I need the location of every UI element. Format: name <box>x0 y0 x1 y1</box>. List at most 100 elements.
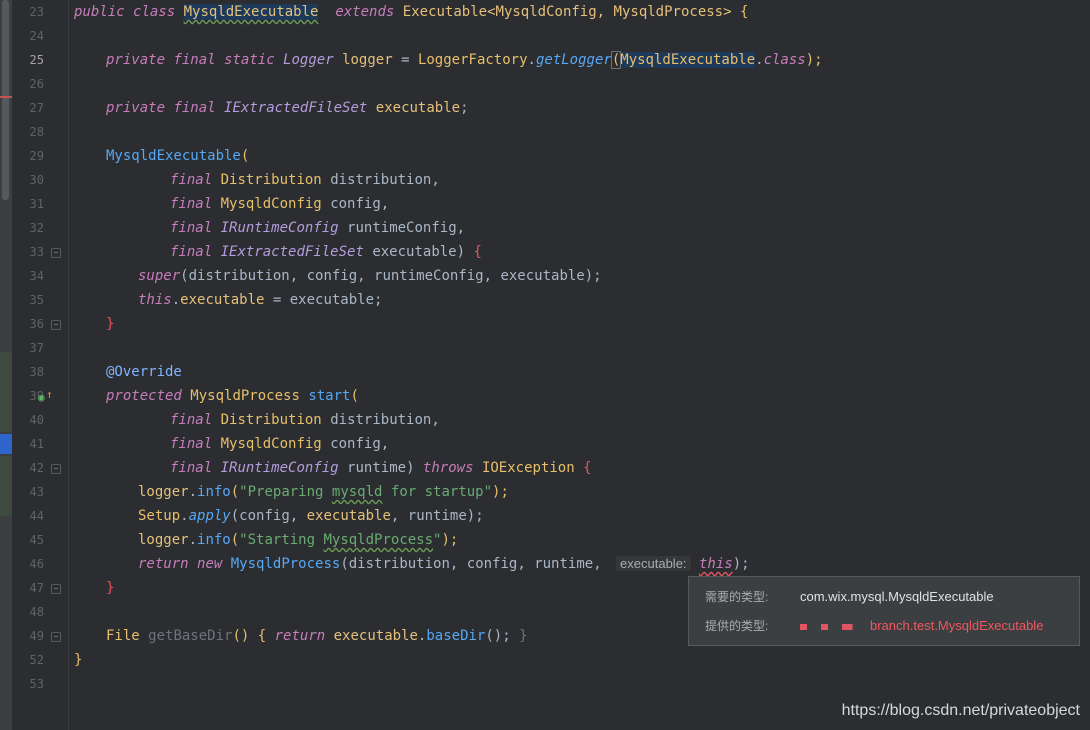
code-line-46: return new MysqldProcess(distribution, c… <box>138 552 750 576</box>
line-number: 53 <box>29 677 44 691</box>
watermark-url: https://blog.csdn.net/privateobject <box>841 702 1080 719</box>
keyword: protected <box>106 388 182 404</box>
field-ref: executable <box>333 628 418 644</box>
type-name: Distribution <box>220 172 322 188</box>
keyword: private <box>106 52 166 68</box>
type-name: File <box>106 628 140 644</box>
type-name: IExtractedFileSet <box>220 244 364 260</box>
keyword: class <box>763 52 806 68</box>
fold-marker-icon[interactable] <box>51 632 61 642</box>
keyword: final <box>170 436 213 452</box>
parameter-hint: executable: <box>616 556 691 571</box>
brace: } <box>519 628 528 644</box>
field-name: logger <box>342 52 393 68</box>
keyword: class <box>133 4 176 20</box>
param-name: runtime <box>347 460 407 476</box>
keyword: super <box>138 268 181 284</box>
line-number: 41 <box>29 437 44 451</box>
call-args: (distribution, config, runtime, <box>340 556 611 572</box>
code-line-34: super(distribution, config, runtimeConfi… <box>138 264 602 288</box>
keyword[interactable]: this <box>699 556 733 572</box>
line-number: 52 <box>29 653 44 667</box>
keyword: public <box>74 4 125 20</box>
code-line-31: final MysqldConfig config, <box>170 192 389 216</box>
line-number: 30 <box>29 173 44 187</box>
keyword: final <box>173 52 216 68</box>
error-marker[interactable] <box>0 96 12 98</box>
line-number: 34 <box>29 269 44 283</box>
dot: . <box>527 52 536 68</box>
call-args: (distribution, config, runtimeConfig, ex… <box>180 268 602 284</box>
line-number: 47 <box>29 581 44 595</box>
line-number-gutter[interactable]: 23 24 25 26 27 28 29 30 31 32 33 34 35 3… <box>12 0 68 730</box>
type-mismatch-tooltip: 需要的类型: com.wix.mysql.MysqldExecutable 提供… <box>688 576 1080 646</box>
code-line-29: MysqldExecutable( <box>106 144 249 168</box>
code-line-44: Setup.apply(config, executable, runtime)… <box>138 504 484 528</box>
code-line-23: public class MysqldExecutable extends Ex… <box>74 0 748 24</box>
required-type-label: 需要的类型: <box>705 590 769 604</box>
dot: . <box>171 292 181 308</box>
keyword: this <box>138 292 172 308</box>
brace: } <box>106 316 115 332</box>
keyword: return <box>274 628 326 644</box>
statement-end: ); <box>805 52 823 68</box>
code-line-43: logger.info("Preparing mysqld for startu… <box>138 480 509 504</box>
fold-marker-icon[interactable] <box>51 248 61 258</box>
separator: , <box>380 436 390 452</box>
generic-close: > <box>723 4 732 20</box>
param-name: config <box>330 196 381 212</box>
paren: ) <box>406 460 423 476</box>
method-call: info <box>197 532 231 548</box>
line-number: 40 <box>29 413 44 427</box>
type-name: IRuntimeConfig <box>220 220 339 236</box>
method-call: apply <box>188 508 231 524</box>
keyword: final <box>170 172 213 188</box>
param-name: runtimeConfig <box>347 220 457 236</box>
class-name: MysqldExecutable <box>183 4 319 20</box>
code-line-41: final MysqldConfig config, <box>170 432 389 456</box>
keyword: final <box>170 460 213 476</box>
implements-arrow-icon[interactable]: ↑ <box>46 388 53 401</box>
scrollbar-thumb[interactable] <box>2 0 9 200</box>
code-line-33: final IExtractedFileSet executable) { <box>170 240 482 264</box>
change-marker <box>0 352 12 432</box>
keyword: final <box>170 220 213 236</box>
left-tool-strip <box>0 0 12 730</box>
line-number: 44 <box>29 509 44 523</box>
override-gutter-icon[interactable]: ◉ <box>38 391 45 404</box>
line-number: 24 <box>29 29 44 43</box>
string-literal: MysqldProcess <box>323 532 434 548</box>
fold-marker-icon[interactable] <box>51 584 61 594</box>
paren: () { <box>232 628 275 644</box>
code-line-45: logger.info("Starting MysqldProcess"); <box>138 528 458 552</box>
separator: , <box>596 4 614 20</box>
call-args: (config, <box>230 508 307 524</box>
line-number: 45 <box>29 533 44 547</box>
paren: ( <box>230 484 240 500</box>
code-line-36: } <box>106 312 114 336</box>
separator: , <box>431 172 440 188</box>
brace: } <box>74 652 83 668</box>
fold-marker-icon[interactable] <box>51 464 61 474</box>
keyword: extends <box>335 4 395 20</box>
line-number: 49 <box>29 629 44 643</box>
base-class: Executable <box>402 4 488 20</box>
keyword: final <box>173 100 216 116</box>
paren: ) <box>456 244 474 260</box>
method-call: info <box>197 484 231 500</box>
method-name: getBaseDir <box>148 628 233 644</box>
brace: { <box>473 244 482 260</box>
string-literal: for startup" <box>382 484 493 500</box>
provided-type-value: branch.test.MysqldExecutable <box>870 618 1044 633</box>
type-name: MysqldConfig <box>220 196 322 212</box>
code-line-35: this.executable = executable; <box>138 288 382 312</box>
redacted-text <box>800 623 870 630</box>
code-line-30: final Distribution distribution, <box>170 168 440 192</box>
paren: ( <box>350 388 359 404</box>
call-args: , runtime); <box>390 508 484 524</box>
statement-end: ); <box>732 556 750 572</box>
fold-marker-icon[interactable] <box>51 320 61 330</box>
generic-type: MysqldProcess <box>613 4 724 20</box>
annotation: @Override <box>106 364 182 380</box>
line-number: 42 <box>29 461 44 475</box>
